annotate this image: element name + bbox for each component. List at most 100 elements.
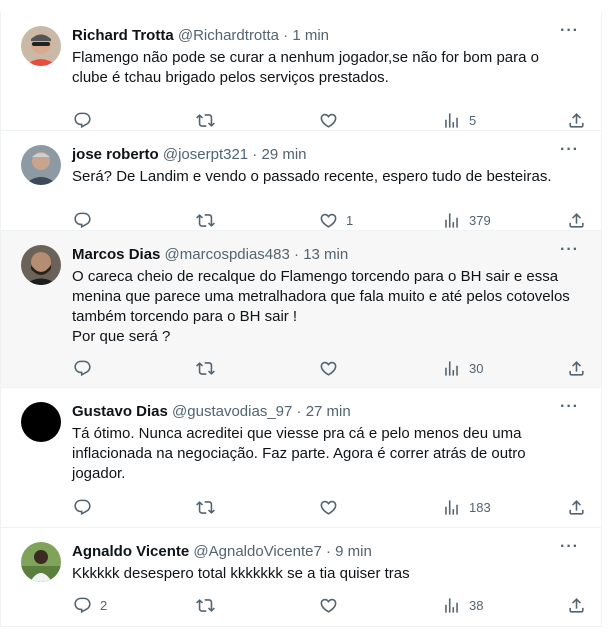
like-icon: [319, 211, 338, 230]
tweet[interactable]: Agnaldo Vicente @AgnaldoVicente7 · 9 min…: [0, 528, 602, 627]
share-button[interactable]: [567, 108, 586, 132]
retweet-button[interactable]: [196, 495, 223, 519]
reply-button[interactable]: [73, 356, 100, 380]
timestamp[interactable]: 1 min: [292, 27, 329, 44]
views-button[interactable]: 5: [442, 108, 476, 132]
reply-icon: [73, 211, 92, 230]
reply-icon: [73, 359, 92, 378]
retweet-button[interactable]: [196, 108, 223, 132]
display-name[interactable]: Gustavo Dias: [72, 403, 168, 420]
tweet[interactable]: Richard Trotta @Richardtrotta · 1 min ···…: [0, 12, 602, 131]
retweet-button[interactable]: [196, 356, 223, 380]
reply-button[interactable]: 2: [73, 593, 107, 617]
share-icon: [567, 498, 586, 517]
user-handle[interactable]: @AgnaldoVicente7: [193, 543, 321, 560]
retweet-button[interactable]: [196, 208, 223, 232]
share-icon: [567, 111, 586, 130]
like-button[interactable]: [319, 356, 346, 380]
more-options-icon[interactable]: ···: [560, 241, 579, 259]
views-icon: [442, 498, 461, 517]
retweet-button[interactable]: [196, 593, 223, 617]
reply-icon: [73, 111, 92, 130]
more-options-icon[interactable]: ···: [560, 141, 579, 159]
retweet-icon: [196, 359, 215, 378]
views-count: 30: [469, 360, 484, 376]
user-handle[interactable]: @gustavodias_97: [172, 403, 292, 420]
display-name[interactable]: Marcos Dias: [72, 246, 160, 263]
views-count: 183: [469, 499, 491, 515]
action-bar: 5: [1, 108, 603, 132]
user-handle[interactable]: @joserpt321: [163, 146, 248, 163]
more-options-icon[interactable]: ···: [560, 398, 579, 416]
timestamp[interactable]: 29 min: [261, 146, 306, 163]
tweet[interactable]: Marcos Dias @marcospdias483 · 13 min ··· O…: [0, 231, 602, 388]
retweet-icon: [196, 211, 215, 230]
avatar[interactable]: [21, 402, 61, 442]
avatar[interactable]: [21, 245, 61, 285]
action-bar: 2 38: [1, 593, 603, 617]
tweet-text: Tá ótimo. Nunca acreditei que viesse pra…: [72, 424, 587, 484]
separator: ·: [278, 27, 293, 44]
reply-feed: Richard Trotta @Richardtrotta · 1 min ···…: [0, 0, 612, 635]
tweet-text-line: Por que será ?: [72, 328, 171, 345]
views-count: 5: [469, 112, 477, 128]
share-icon: [567, 359, 586, 378]
avatar[interactable]: [21, 26, 61, 66]
views-button[interactable]: 30: [442, 356, 483, 380]
like-button[interactable]: [319, 593, 346, 617]
user-handle[interactable]: @marcospdias483: [165, 246, 290, 263]
timestamp[interactable]: 9 min: [335, 543, 372, 560]
more-options-icon[interactable]: ···: [560, 22, 579, 40]
share-button[interactable]: [567, 208, 586, 232]
tweet-text-line: jogador.: [72, 465, 126, 482]
reply-count: 2: [100, 597, 108, 613]
views-icon: [442, 211, 461, 230]
timestamp[interactable]: 27 min: [306, 403, 351, 420]
user-handle[interactable]: @Richardtrotta: [178, 27, 279, 44]
share-icon: [567, 596, 586, 615]
display-name[interactable]: jose roberto: [72, 146, 159, 163]
display-name[interactable]: Richard Trotta: [72, 27, 174, 44]
retweet-icon: [196, 111, 215, 130]
tweet-header: jose roberto @joserpt321 · 29 min: [72, 145, 307, 165]
views-button[interactable]: 183: [442, 495, 491, 519]
tweet-text-line: Será? De Landim e vendo o passado recent…: [72, 168, 552, 185]
more-options-icon[interactable]: ···: [560, 538, 579, 556]
reply-icon: [73, 498, 92, 517]
reply-button[interactable]: [73, 495, 100, 519]
share-button[interactable]: [567, 593, 586, 617]
tweet-text-line: Kkkkkk desespero total kkkkkkk se a tia …: [72, 565, 410, 582]
separator: ·: [289, 246, 304, 263]
display-name[interactable]: Agnaldo Vicente: [72, 543, 189, 560]
like-button[interactable]: [319, 108, 346, 132]
avatar[interactable]: [21, 145, 61, 185]
retweet-icon: [196, 596, 215, 615]
tweet-text-line: Flamengo não pode se curar a nenhum joga…: [72, 49, 539, 66]
like-button[interactable]: [319, 495, 346, 519]
reply-icon: [73, 596, 92, 615]
tweet-text-line: O careca cheio de recalque do Flamengo t…: [72, 268, 559, 285]
like-count: 1: [346, 212, 354, 228]
reply-button[interactable]: [73, 108, 100, 132]
tweet[interactable]: jose roberto @joserpt321 · 29 min ··· Será…: [0, 131, 602, 231]
action-bar: 1 379: [1, 208, 603, 232]
timestamp[interactable]: 13 min: [303, 246, 348, 263]
share-icon: [567, 211, 586, 230]
like-button[interactable]: 1: [319, 208, 353, 232]
share-button[interactable]: [567, 356, 586, 380]
reply-button[interactable]: [73, 208, 100, 232]
avatar[interactable]: [21, 542, 61, 582]
separator: ·: [248, 146, 262, 163]
views-icon: [442, 596, 461, 615]
tweet[interactable]: Gustavo Dias @gustavodias_97 · 27 min ···…: [0, 388, 602, 528]
tweet-text: Será? De Landim e vendo o passado recent…: [72, 167, 587, 187]
views-count: 379: [469, 212, 491, 228]
like-icon: [319, 111, 338, 130]
views-count: 38: [469, 597, 484, 613]
tweet-text-line: menina que parece uma metralhadora que f…: [72, 288, 570, 305]
share-button[interactable]: [567, 495, 586, 519]
views-button[interactable]: 38: [442, 593, 483, 617]
views-button[interactable]: 379: [442, 208, 491, 232]
like-icon: [319, 359, 338, 378]
tweet-text: Flamengo não pode se curar a nenhum joga…: [72, 48, 587, 88]
